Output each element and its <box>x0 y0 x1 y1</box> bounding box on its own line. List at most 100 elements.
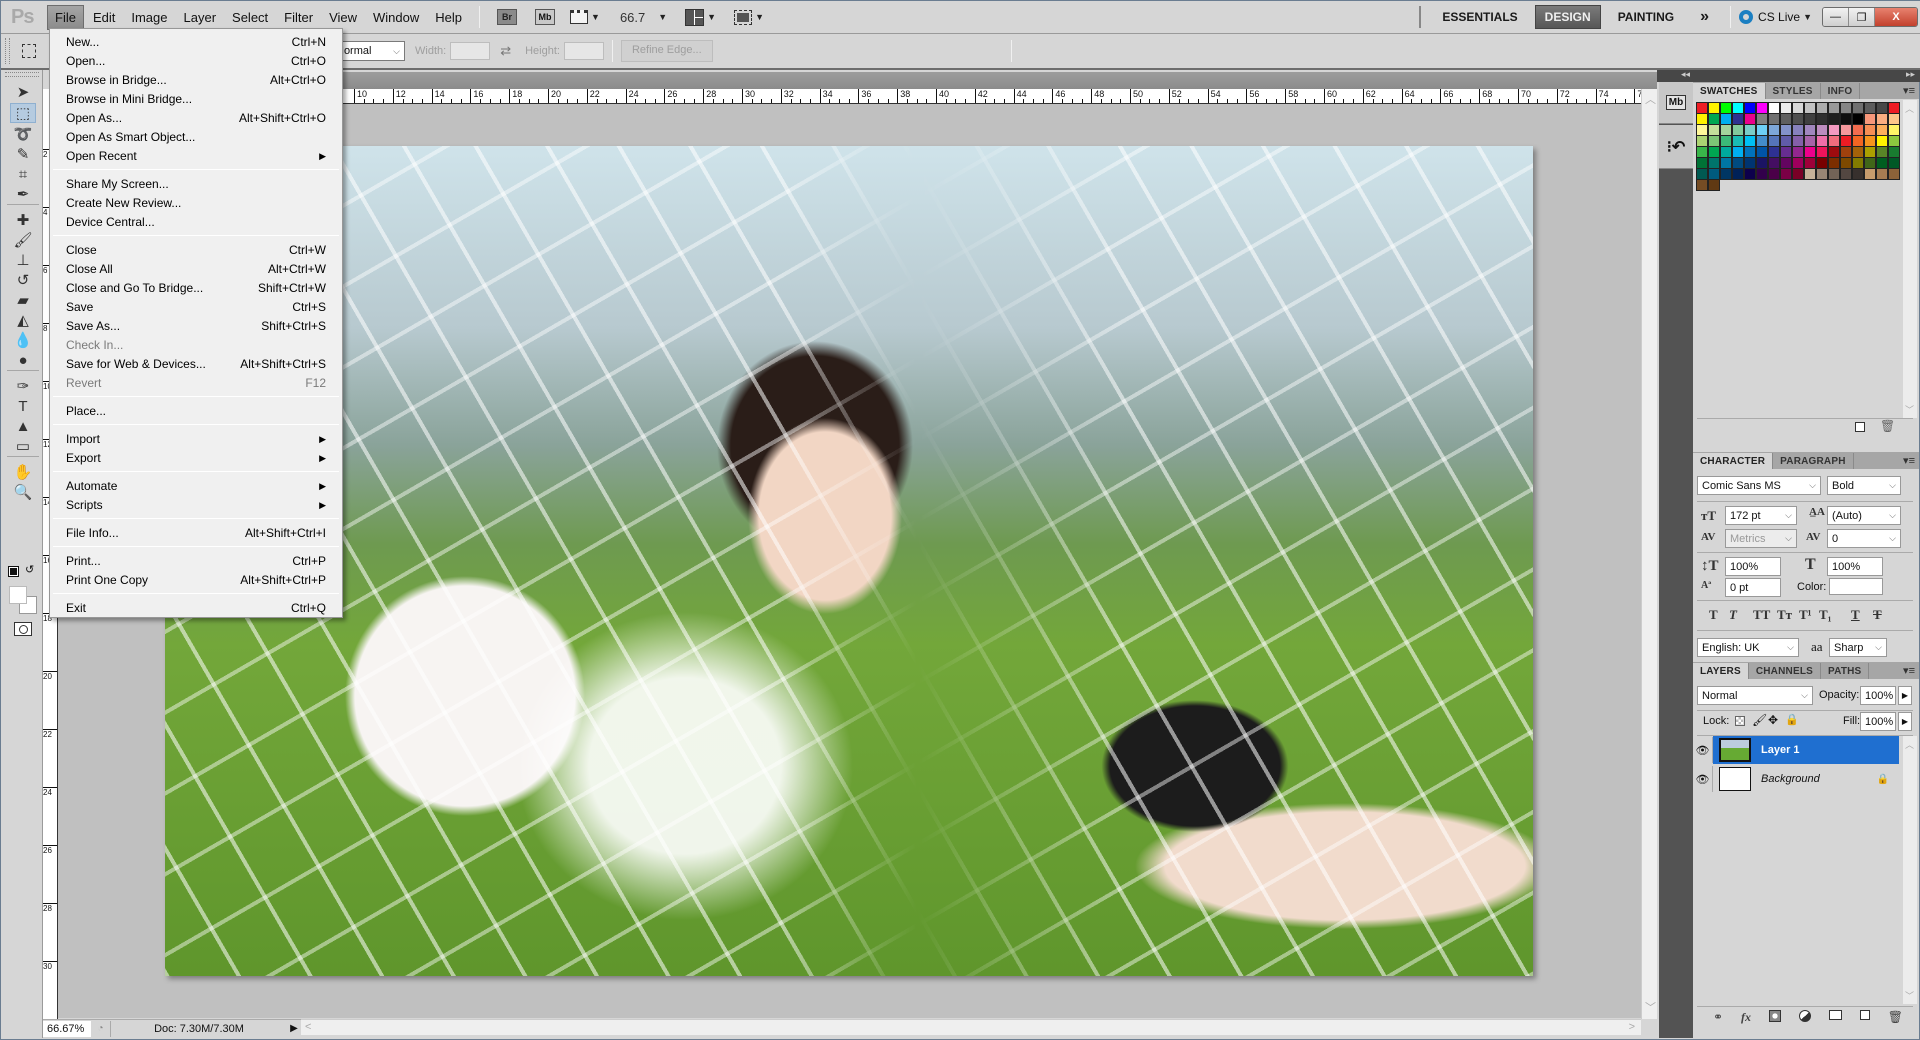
faux-bold-button[interactable]: T <box>1709 607 1718 623</box>
new-layer-icon[interactable] <box>1859 1010 1870 1020</box>
rectangle-tool[interactable]: ▭ <box>10 436 36 456</box>
menu-item-open-as[interactable]: Open As... Alt+Shift+Ctrl+O <box>66 109 326 127</box>
lasso-tool[interactable]: ➰ <box>10 124 36 144</box>
color-swatch[interactable] <box>1851 167 1864 180</box>
menu-item-revert[interactable]: Revert F12 <box>66 374 326 392</box>
menu-image[interactable]: Image <box>124 6 174 29</box>
delete-swatch-icon[interactable]: 🗑 <box>1880 419 1895 433</box>
fill-input[interactable]: 100% <box>1860 712 1896 731</box>
menu-item-print-one-copy[interactable]: Print One Copy Alt+Shift+Ctrl+P <box>66 571 326 589</box>
clone-stamp-tool[interactable]: ⊥ <box>10 250 36 270</box>
menu-item-save-for-web-devices[interactable]: Save for Web & Devices... Alt+Shift+Ctrl+… <box>66 355 326 373</box>
grip-handle[interactable] <box>5 38 10 64</box>
menu-window[interactable]: Window <box>366 6 426 29</box>
menu-item-browse-in-bridge[interactable]: Browse in Bridge... Alt+Ctrl+O <box>66 71 326 89</box>
color-swatch[interactable] <box>1875 167 1888 180</box>
menu-item-automate[interactable]: Automate ▶ <box>66 477 326 495</box>
tab-layers[interactable]: LAYERS <box>1693 663 1749 679</box>
new-swatch-icon[interactable] <box>1855 422 1865 432</box>
menu-item-open[interactable]: Open... Ctrl+O <box>66 52 326 70</box>
menu-item-place[interactable]: Place... <box>66 402 326 420</box>
workspace-painting[interactable]: PAINTING <box>1609 6 1683 28</box>
faux-italic-button[interactable]: T <box>1729 607 1737 623</box>
paint-bucket-tool[interactable]: ◭ <box>10 310 36 330</box>
underline-button[interactable]: T <box>1851 607 1860 623</box>
menu-item-export[interactable]: Export ▶ <box>66 449 326 467</box>
path-selection-tool[interactable]: ▲ <box>10 416 36 436</box>
menu-item-save[interactable]: Save Ctrl+S <box>66 298 326 316</box>
screen-mode-button[interactable]: ▼ <box>734 9 764 25</box>
panel-menu-icon[interactable]: ▾≡ <box>1903 664 1915 677</box>
color-swatch[interactable] <box>1719 167 1732 180</box>
mini-bridge-panel-button[interactable]: Mb <box>1659 82 1693 124</box>
menu-layer[interactable]: Layer <box>177 6 224 29</box>
expand-dock-icon[interactable]: ▸▸ <box>1906 69 1915 80</box>
menu-item-save-as[interactable]: Save As... Shift+Ctrl+S <box>66 317 326 335</box>
menu-edit[interactable]: Edit <box>86 6 122 29</box>
scroll-down-icon[interactable]: ﹀ <box>1905 403 1914 416</box>
scroll-up-icon[interactable]: ︿ <box>1905 102 1914 115</box>
history-panel-button[interactable]: ⁝↶ <box>1659 125 1693 169</box>
tab-swatches[interactable]: SWATCHES <box>1693 83 1766 99</box>
quick-mask-icon[interactable] <box>14 622 32 636</box>
color-swatch[interactable] <box>1743 167 1756 180</box>
menu-file[interactable]: File <box>47 4 84 30</box>
document-image[interactable] <box>165 146 1533 976</box>
lock-image-pixels-icon[interactable]: 🖌 <box>1752 713 1767 727</box>
color-swatch[interactable] <box>1779 167 1792 180</box>
color-swatches[interactable] <box>9 586 37 614</box>
menu-help[interactable]: Help <box>428 6 469 29</box>
move-tool[interactable]: ➤ <box>10 82 36 102</box>
kerning-select[interactable]: Metrics ⌵ <box>1725 529 1797 548</box>
strikethrough-button[interactable]: T <box>1873 607 1882 623</box>
workspace-essentials[interactable]: ESSENTIALS <box>1433 6 1526 28</box>
fx-icon[interactable]: fx <box>1741 1010 1751 1025</box>
tab-styles[interactable]: STYLES <box>1765 83 1821 99</box>
hand-tool[interactable]: ✋ <box>10 462 36 482</box>
collapse-dock-icon[interactable]: ◂◂ <box>1681 69 1690 80</box>
lock-all-icon[interactable]: 🔒 <box>1785 713 1799 726</box>
tracking-select[interactable]: 0 ⌵ <box>1827 529 1901 548</box>
scroll-right-icon[interactable]: > <box>1629 1021 1635 1033</box>
color-swatch[interactable] <box>1695 178 1708 191</box>
brush-tool[interactable]: 🖌 <box>10 230 36 250</box>
horizontal-scale-input[interactable]: 100% <box>1827 557 1883 576</box>
width-input[interactable] <box>450 42 491 60</box>
eraser-tool[interactable]: ▰ <box>10 290 36 310</box>
dodge-tool[interactable]: ● <box>10 350 36 370</box>
subscript-button[interactable]: T₁ <box>1819 607 1832 623</box>
menu-item-browse-in-mini-bridge[interactable]: Browse in Mini Bridge... <box>66 90 326 108</box>
color-swatch[interactable] <box>1815 167 1828 180</box>
menu-filter[interactable]: Filter <box>277 6 320 29</box>
menu-item-new[interactable]: New... Ctrl+N <box>66 33 326 51</box>
menu-item-close-all[interactable]: Close All Alt+Ctrl+W <box>66 260 326 278</box>
layers-scrollbar[interactable]: ︿ ﹀ <box>1903 736 1917 1004</box>
crop-tool[interactable]: ⌗ <box>10 164 36 184</box>
delete-layer-icon[interactable]: 🗑 <box>1888 1010 1903 1025</box>
launch-bridge-button[interactable]: Br <box>497 9 518 25</box>
tab-info[interactable]: INFO <box>1820 83 1861 99</box>
refine-edge-button[interactable]: Refine Edge... <box>620 40 713 62</box>
quick-selection-tool[interactable]: ✎ <box>10 144 36 164</box>
arrange-documents-button[interactable]: ▼ <box>685 8 716 26</box>
color-swatch[interactable] <box>1887 167 1900 180</box>
height-input[interactable] <box>563 42 604 60</box>
color-swatch[interactable] <box>1731 167 1744 180</box>
color-swatch[interactable] <box>1827 167 1840 180</box>
eyedropper-tool[interactable]: ✒ <box>10 184 36 204</box>
rectangular-marquee-tool[interactable]: ⬚ <box>10 103 36 123</box>
vertical-scrollbar[interactable]: ︿ ﹀ <box>1641 89 1657 1019</box>
more-workspaces-button[interactable]: » <box>1691 4 1718 30</box>
toolbar-grip[interactable] <box>5 72 39 77</box>
superscript-button[interactable]: T¹ <box>1799 607 1812 623</box>
font-family-select[interactable]: Comic Sans MS ⌵ <box>1697 476 1821 495</box>
menu-select[interactable]: Select <box>225 6 275 29</box>
tab-paths[interactable]: PATHS <box>1821 663 1870 679</box>
opacity-input[interactable]: 100% <box>1860 686 1896 705</box>
swap-dimensions-icon[interactable]: ⇄ <box>500 43 511 59</box>
color-swatch[interactable] <box>1803 167 1816 180</box>
language-select[interactable]: English: UK ⌵ <box>1697 638 1799 657</box>
tab-paragraph[interactable]: PARAGRAPH <box>1773 453 1854 469</box>
antialias-select[interactable]: Sharp ⌵ <box>1829 638 1887 657</box>
tab-character[interactable]: CHARACTER <box>1693 453 1774 469</box>
